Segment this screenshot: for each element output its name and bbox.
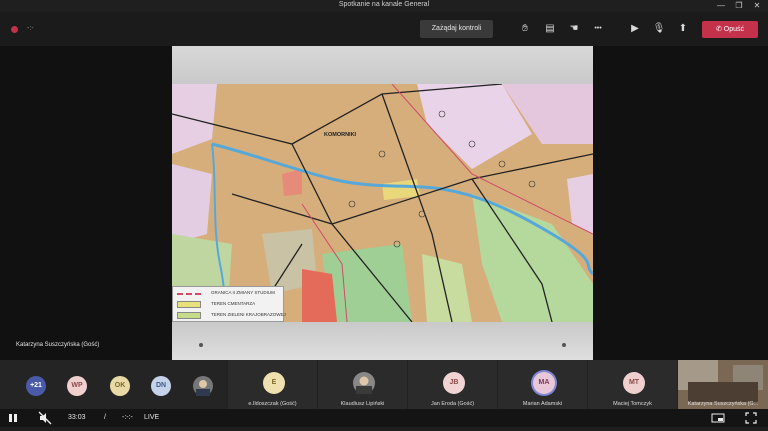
more-options-icon[interactable]: •••: [590, 22, 606, 36]
participant-name: e.Ildoszczak (Gość): [248, 401, 297, 407]
participant-tile[interactable]: JB Jan Eroda (Gość): [407, 360, 497, 409]
map-village-label: KOMORNIKI: [324, 132, 357, 138]
window-title: Spotkanie na kanale General: [338, 1, 430, 8]
slide-header: [172, 46, 593, 84]
legend-item: TEREN ZIELENI KRAJOBRAZOWEJ: [177, 311, 286, 320]
meeting-timer: -:-: [27, 25, 34, 32]
participant-photo-avatar: [353, 372, 375, 394]
legend-label: GRANICA II ZMIANY STUDIUM: [211, 290, 275, 295]
pause-icon[interactable]: [8, 411, 18, 431]
content-stage: KOMORNIKI GRANICA II ZMIANY STUDIUM TERE…: [0, 46, 768, 360]
share-screen-icon[interactable]: ⬆: [675, 22, 691, 36]
legend-item: GRANICA II ZMIANY STUDIUM: [177, 289, 283, 298]
participant-avatar[interactable]: OK: [110, 376, 130, 396]
total-duration: -:-:-: [122, 414, 133, 421]
current-time: 33:03: [68, 414, 86, 421]
mic-muted-icon[interactable]: 🎙︎: [651, 22, 667, 36]
participant-avatar: E: [263, 372, 285, 394]
participant-name: Marian Adamski: [522, 401, 563, 407]
legend-label: TEREN CMENTARZA: [211, 301, 256, 306]
presenter-name: Katarzyna Suszczyńska (Gość): [16, 342, 100, 348]
participant-gallery: +21 WP OK DN E e.Ildoszczak (Gość) Klaud…: [0, 360, 768, 409]
camera-off-icon[interactable]: ▶: [627, 22, 643, 36]
legend-swatch: [177, 312, 201, 319]
reactions-icon[interactable]: ✋︎: [517, 22, 533, 36]
playback-bar: 33:03 / -:-:- LIVE: [0, 409, 768, 427]
close-button[interactable]: ✕: [746, 0, 768, 12]
request-control-button[interactable]: Zażądaj kontroli: [420, 20, 493, 38]
zoning-map: KOMORNIKI GRANICA II ZMIANY STUDIUM TERE…: [172, 84, 593, 322]
chat-icon[interactable]: ▤: [542, 22, 558, 36]
slide-footer: [172, 322, 593, 360]
participant-avatar: MT: [623, 372, 645, 394]
participant-avatar: MA: [533, 372, 555, 394]
participant-photo-avatar[interactable]: [193, 376, 213, 396]
picture-in-picture-icon[interactable]: [711, 411, 725, 431]
overflow-participants-badge[interactable]: +21: [26, 376, 46, 396]
participant-avatar[interactable]: WP: [67, 376, 87, 396]
legend-label: TEREN ZIELENI KRAJOBRAZOWEJ: [211, 312, 286, 317]
participant-tile[interactable]: E e.Ildoszczak (Gość): [227, 360, 317, 409]
recording-indicator-icon: [11, 26, 18, 33]
live-badge: LIVE: [144, 414, 160, 421]
legend-item: TEREN CMENTARZA: [177, 300, 283, 309]
shared-screen: KOMORNIKI GRANICA II ZMIANY STUDIUM TERE…: [172, 46, 593, 360]
slide-nav-dot[interactable]: [199, 343, 203, 347]
legend-swatch: [177, 301, 201, 308]
phone-icon: ✆: [715, 26, 722, 33]
participant-name: Jan Eroda (Gość): [430, 401, 475, 407]
leave-button[interactable]: ✆ Opuść: [702, 21, 758, 38]
participant-name: Maciej Tomczyk: [613, 401, 652, 407]
participant-avatar: JB: [443, 372, 465, 394]
leave-label: Opuść: [723, 26, 745, 33]
participant-tile[interactable]: MT Maciej Tomczyk: [587, 360, 677, 409]
fullscreen-icon[interactable]: [744, 411, 758, 431]
map-legend: GRANICA II ZMIANY STUDIUM TEREN CMENTARZ…: [172, 286, 286, 322]
participant-tile[interactable]: MA Marian Adamski: [497, 360, 587, 409]
speaker-muted-icon[interactable]: [38, 411, 52, 431]
slide-nav-dot[interactable]: [562, 343, 566, 347]
participant-name: Klaudiusz Lipiński: [340, 401, 385, 407]
title-bar: Spotkanie na kanale General — ❐ ✕: [0, 0, 768, 12]
participant-avatar[interactable]: DN: [151, 376, 171, 396]
raise-hand-icon[interactable]: ☚: [566, 22, 582, 36]
time-separator: /: [104, 414, 106, 421]
participant-tile[interactable]: Klaudiusz Lipiński: [317, 360, 407, 409]
legend-swatch: [177, 293, 201, 295]
participant-video-tile[interactable]: Katarzyna Suszczyńska (G...: [677, 360, 768, 409]
participant-name: Katarzyna Suszczyńska (G...: [687, 401, 759, 407]
meeting-toolbar: -:- Zażądaj kontroli ✋︎ ▤ ☚ ••• ▶ 🎙︎ ⬆ ✆…: [0, 12, 768, 46]
